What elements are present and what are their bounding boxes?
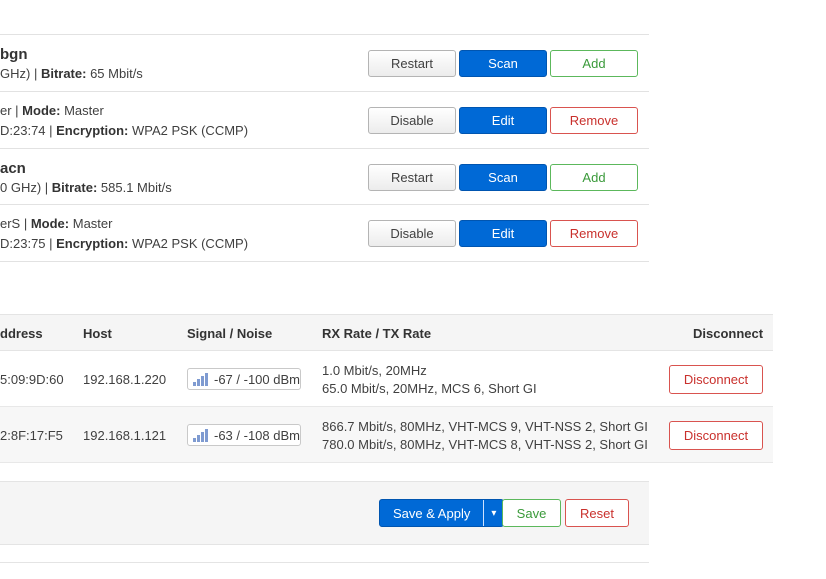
restart-button[interactable]: Restart	[368, 50, 456, 77]
network-ssid-fragment: erS |	[0, 216, 31, 231]
rx-rate: 866.7 Mbit/s, 80MHz, VHT-MCS 9, VHT-NSS …	[322, 419, 648, 434]
tx-rate: 65.0 Mbit/s, 20MHz, MCS 6, Short GI	[322, 381, 537, 396]
host-cell: 192.168.1.220	[83, 372, 167, 387]
add-button[interactable]: Add	[550, 164, 638, 191]
save-apply-split-button: Save & Apply ▾	[379, 499, 505, 527]
chevron-down-icon[interactable]: ▾	[483, 500, 503, 526]
divider	[0, 562, 649, 563]
network-mode-line: er | Mode: Master	[0, 103, 104, 118]
table-row: 5:09:9D:60 192.168.1.220 -67 / -100 dBm …	[0, 351, 773, 407]
disconnect-button[interactable]: Disconnect	[669, 365, 763, 394]
restart-button[interactable]: Restart	[368, 164, 456, 191]
scan-button[interactable]: Scan	[459, 164, 547, 191]
mac-address-cell: 2:8F:17:F5	[0, 428, 63, 443]
disconnect-button[interactable]: Disconnect	[669, 421, 763, 450]
wireless-overview-table: bgn GHz) | Bitrate: 65 Mbit/s Restart Sc…	[0, 34, 649, 262]
reset-button[interactable]: Reset	[565, 499, 629, 527]
mac-address-header: ddress	[0, 326, 43, 341]
bssid-fragment: D:23:75 |	[0, 236, 57, 251]
table-row: 2:8F:17:F5 192.168.1.121 -63 / -108 dBm …	[0, 407, 773, 463]
save-button[interactable]: Save	[502, 499, 561, 527]
wireless-device-row: bgn GHz) | Bitrate: 65 Mbit/s Restart Sc…	[0, 35, 649, 92]
encryption-label: Encryption:	[56, 123, 129, 138]
save-apply-button[interactable]: Save & Apply	[380, 500, 483, 526]
remove-button[interactable]: Remove	[550, 220, 638, 247]
disable-button[interactable]: Disable	[368, 107, 456, 134]
signal-noise-value: -63 / -108 dBm	[214, 427, 300, 443]
edit-button[interactable]: Edit	[459, 107, 547, 134]
wireless-network-row: erS | Mode: Master D:23:75 | Encryption:…	[0, 205, 649, 262]
host-header: Host	[83, 326, 112, 341]
mode-value: Master	[60, 103, 104, 118]
network-actions: Disable Edit Remove	[368, 220, 638, 247]
bitrate-label: Bitrate:	[40, 66, 87, 81]
signal-strength-icon	[193, 372, 208, 386]
signal-badge: -63 / -108 dBm	[187, 424, 301, 446]
network-actions: Disable Edit Remove	[368, 107, 638, 134]
add-button[interactable]: Add	[550, 50, 638, 77]
mode-value: Master	[69, 216, 113, 231]
mac-address-cell: 5:09:9D:60	[0, 372, 64, 387]
associated-stations-table: ddress Host Signal / Noise RX Rate / TX …	[0, 314, 773, 463]
bitrate-label: Bitrate:	[51, 180, 98, 195]
encryption-label: Encryption:	[56, 236, 129, 251]
mode-label: Mode:	[22, 103, 61, 118]
signal-strength-icon	[193, 428, 208, 442]
disconnect-header: Disconnect	[693, 326, 764, 341]
bssid-fragment: D:23:74 |	[0, 123, 57, 138]
rx-rate: 1.0 Mbit/s, 20MHz	[322, 363, 427, 378]
signal-badge: -67 / -100 dBm	[187, 368, 301, 390]
tx-rate: 780.0 Mbit/s, 80MHz, VHT-MCS 8, VHT-NSS …	[322, 437, 648, 452]
device-actions: Restart Scan Add	[368, 50, 638, 77]
edit-button[interactable]: Edit	[459, 220, 547, 247]
encryption-value: WPA2 PSK (CCMP)	[128, 236, 249, 251]
network-mode-line: erS | Mode: Master	[0, 216, 112, 231]
device-info: 0 GHz) | Bitrate: 585.1 Mbit/s	[0, 180, 172, 195]
rx-tx-rate-header: RX Rate / TX Rate	[322, 326, 432, 341]
device-actions: Restart Scan Add	[368, 164, 638, 191]
network-encryption-line: D:23:75 | Encryption: WPA2 PSK (CCMP)	[0, 236, 248, 251]
bitrate-value: 585.1 Mbit/s	[97, 180, 172, 195]
encryption-value: WPA2 PSK (CCMP)	[128, 123, 249, 138]
stations-header-row: ddress Host Signal / Noise RX Rate / TX …	[0, 314, 773, 351]
device-info-prefix: GHz) |	[0, 66, 41, 81]
mode-label: Mode:	[30, 216, 70, 231]
signal-noise-header: Signal / Noise	[187, 326, 273, 341]
disable-button[interactable]: Disable	[368, 220, 456, 247]
rate-cell: 1.0 Mbit/s, 20MHz 65.0 Mbit/s, 20MHz, MC…	[322, 362, 537, 398]
network-encryption-line: D:23:74 | Encryption: WPA2 PSK (CCMP)	[0, 123, 248, 138]
wireless-network-row: er | Mode: Master D:23:74 | Encryption: …	[0, 92, 649, 149]
wireless-device-row: acn 0 GHz) | Bitrate: 585.1 Mbit/s Resta…	[0, 149, 649, 205]
device-title: bgn	[0, 46, 28, 63]
page: bgn GHz) | Bitrate: 65 Mbit/s Restart Sc…	[0, 0, 826, 579]
form-actions-bar: Save & Apply ▾ Save Reset	[0, 481, 649, 545]
signal-noise-value: -67 / -100 dBm	[214, 371, 300, 387]
rate-cell: 866.7 Mbit/s, 80MHz, VHT-MCS 9, VHT-NSS …	[322, 418, 648, 454]
device-info: GHz) | Bitrate: 65 Mbit/s	[0, 66, 143, 81]
device-title: acn	[0, 160, 26, 177]
bitrate-value: 65 Mbit/s	[86, 66, 143, 81]
host-cell: 192.168.1.121	[83, 428, 167, 443]
scan-button[interactable]: Scan	[459, 50, 547, 77]
device-info-prefix: 0 GHz) |	[0, 180, 52, 195]
remove-button[interactable]: Remove	[550, 107, 638, 134]
network-ssid-fragment: er |	[0, 103, 23, 118]
